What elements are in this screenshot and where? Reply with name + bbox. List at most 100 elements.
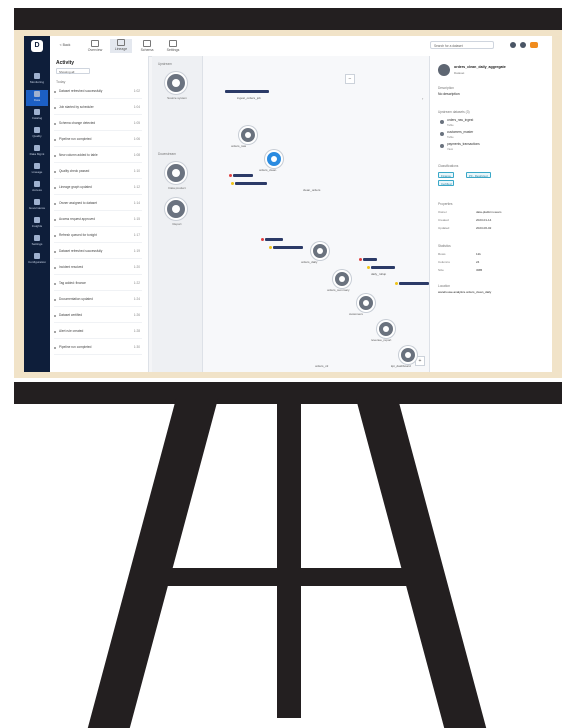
palette-node-source[interactable] bbox=[165, 72, 187, 94]
activity-time: 1:17 bbox=[133, 233, 140, 237]
activity-row[interactable]: Dataset refreshed successfully 1:02 bbox=[54, 88, 142, 99]
upstream-item[interactable]: orders_raw_ingest Table bbox=[440, 118, 540, 128]
nav-item-governance[interactable]: Governance bbox=[26, 198, 48, 214]
activity-row[interactable]: Job started by scheduler 1:04 bbox=[54, 104, 142, 115]
tab-overview[interactable]: Overview bbox=[84, 40, 106, 52]
node-label: orders_summary bbox=[327, 288, 350, 292]
app-logo[interactable]: D bbox=[31, 40, 43, 52]
activity-time: 1:20 bbox=[133, 265, 140, 269]
easel-right-leg bbox=[355, 398, 487, 728]
activity-row[interactable]: Lineage graph updated 1:12 bbox=[54, 184, 142, 195]
nav-item-lineage[interactable]: Lineage bbox=[26, 162, 48, 178]
nav-item-insights[interactable]: Insights bbox=[26, 216, 48, 232]
activity-time: 1:10 bbox=[133, 169, 140, 173]
edge-tag bbox=[359, 258, 377, 261]
activity-row[interactable]: Dataset refreshed successfully 1:19 bbox=[54, 248, 142, 259]
status-dot bbox=[229, 174, 232, 177]
nav-item-configuration[interactable]: Configuration bbox=[26, 252, 48, 268]
nav-item-quality[interactable]: Quality bbox=[26, 126, 48, 142]
upstream-item[interactable]: payments_transactions View bbox=[440, 142, 540, 152]
node-label: customers bbox=[349, 312, 363, 316]
lineage-node-selected[interactable] bbox=[265, 150, 283, 168]
lineage-node[interactable] bbox=[333, 270, 351, 288]
tag-chip[interactable]: Finance bbox=[438, 172, 454, 178]
activity-row[interactable]: Pipeline run completed 1:30 bbox=[54, 344, 142, 355]
activity-row[interactable]: Documentation updated 1:24 bbox=[54, 296, 142, 307]
node-label: kpi_dashboard bbox=[391, 364, 411, 368]
activity-time: 1:06 bbox=[133, 137, 140, 141]
sliders-icon bbox=[34, 253, 40, 259]
nav-item-data[interactable]: Data bbox=[26, 90, 48, 106]
tab-schema[interactable]: Schema bbox=[136, 40, 158, 52]
activity-text: Access request approved bbox=[59, 217, 95, 221]
tab-settings[interactable]: Settings bbox=[162, 40, 184, 52]
bullet-icon bbox=[54, 315, 56, 317]
back-button[interactable]: < Back bbox=[54, 43, 76, 47]
lineage-canvas[interactable]: − + ingest_orders_job orders_raw orders_… bbox=[203, 56, 429, 372]
gear-icon bbox=[169, 40, 177, 47]
help-icon[interactable] bbox=[510, 42, 516, 48]
notifications-icon[interactable] bbox=[520, 42, 526, 48]
canvas-bottom-label: orders_v2 bbox=[315, 364, 329, 368]
nav-item-access[interactable]: Access bbox=[26, 180, 48, 196]
easel-top-bar bbox=[14, 8, 562, 30]
activity-row[interactable]: Schema change detected 1:05 bbox=[54, 120, 142, 131]
activity-text: Dataset refreshed successfully bbox=[59, 249, 103, 253]
activity-row[interactable]: Owner assigned to dataset 1:14 bbox=[54, 200, 142, 211]
bullet-icon bbox=[54, 235, 56, 237]
collapse-panel-icon[interactable]: › bbox=[422, 96, 427, 101]
bullet-icon bbox=[54, 299, 56, 301]
activity-row[interactable]: New column added to table 1:08 bbox=[54, 152, 142, 163]
activity-row[interactable]: Tag added: finance 1:22 bbox=[54, 280, 142, 291]
activity-time: 1:28 bbox=[133, 329, 140, 333]
stats-label: Statistics bbox=[438, 244, 451, 248]
database-icon bbox=[34, 91, 40, 97]
bullet-icon bbox=[54, 155, 56, 157]
activity-row[interactable]: Access request approved 1:15 bbox=[54, 216, 142, 227]
avatar[interactable] bbox=[530, 42, 538, 48]
nav-item-catalog[interactable]: Catalog bbox=[26, 108, 48, 124]
activity-text: Pipeline run completed bbox=[59, 137, 92, 141]
nav-item-monitoring[interactable]: Monitoring bbox=[26, 72, 48, 88]
tag-chip[interactable]: Certified bbox=[438, 180, 455, 186]
lineage-node[interactable] bbox=[399, 346, 417, 364]
tag-chip[interactable]: PII - Restricted bbox=[466, 172, 491, 178]
lineage-node[interactable] bbox=[357, 294, 375, 312]
node-label: orders_clean bbox=[259, 168, 277, 172]
zoom-out-button[interactable]: − bbox=[345, 74, 355, 84]
activity-time: 1:30 bbox=[133, 345, 140, 349]
check-icon bbox=[34, 127, 40, 133]
tab-lineage[interactable]: Lineage bbox=[110, 39, 132, 53]
nav-item-settings[interactable]: Settings bbox=[26, 234, 48, 250]
bullet-icon bbox=[54, 203, 56, 205]
palette-section-upstream: Upstream bbox=[158, 62, 172, 66]
node-icon bbox=[245, 132, 251, 138]
activity-row[interactable]: Incident resolved 1:20 bbox=[54, 264, 142, 275]
search-input[interactable]: Search for a dataset bbox=[430, 41, 494, 49]
palette-node-product[interactable] bbox=[165, 162, 187, 184]
tags-label: Classifications bbox=[438, 164, 459, 168]
lineage-node[interactable] bbox=[311, 242, 329, 260]
palette-node-report[interactable] bbox=[165, 198, 187, 220]
activity-row[interactable]: Quality check passed 1:10 bbox=[54, 168, 142, 179]
activity-row[interactable]: Dataset certified 1:26 bbox=[54, 312, 142, 323]
activity-filter-select[interactable]: Showing all bbox=[56, 68, 90, 74]
upstream-item[interactable]: customers_master Table bbox=[440, 130, 540, 140]
dataset-icon bbox=[440, 144, 444, 148]
monitor-icon bbox=[34, 73, 40, 79]
activity-time: 1:05 bbox=[133, 121, 140, 125]
activity-row[interactable]: Refresh queued for tonight 1:17 bbox=[54, 232, 142, 243]
status-dot bbox=[269, 246, 272, 249]
nav-item-data-mgmt[interactable]: Data Mgmt bbox=[26, 144, 48, 160]
bullet-icon bbox=[54, 251, 56, 253]
lineage-node[interactable] bbox=[239, 126, 257, 144]
lock-icon bbox=[34, 181, 40, 187]
activity-text: Refresh queued for tonight bbox=[59, 233, 97, 237]
stat-row: Rows 12k bbox=[438, 252, 481, 256]
activity-row[interactable]: Pipeline run completed 1:06 bbox=[54, 136, 142, 147]
activity-time: 1:19 bbox=[133, 249, 140, 253]
lineage-node[interactable] bbox=[377, 320, 395, 338]
activity-row[interactable]: Alert rule created 1:28 bbox=[54, 328, 142, 339]
node-icon bbox=[363, 300, 369, 306]
activity-time: 1:08 bbox=[133, 153, 140, 157]
